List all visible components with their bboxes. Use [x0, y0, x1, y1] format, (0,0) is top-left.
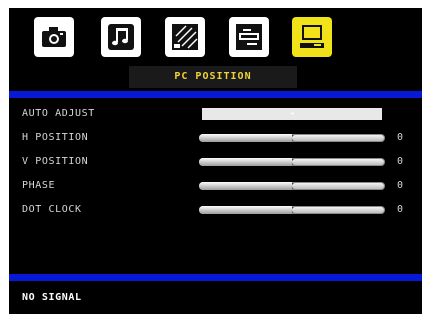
h-position-slider[interactable] [199, 134, 385, 142]
slider-track [292, 207, 384, 213]
menu-item-label: V POSITION [22, 156, 89, 167]
pc-monitor-icon[interactable] [292, 17, 332, 57]
v-position-slider[interactable] [199, 158, 385, 166]
phase-slider[interactable] [199, 182, 385, 190]
menu-item-label: H POSITION [22, 132, 89, 143]
v-position-value: 0 [397, 156, 404, 167]
menu-item-v-position[interactable]: V POSITION 0 [9, 151, 422, 173]
slider-fill [199, 206, 292, 214]
auto-adjust-button[interactable]: ➔ [202, 108, 382, 120]
slider-fill [199, 134, 292, 142]
menu-item-label: AUTO ADJUST [22, 108, 95, 119]
osd-menu: PC POSITION AUTO ADJUST ➔ H POSITION 0 V… [9, 8, 422, 314]
page-title: PC POSITION [129, 66, 297, 88]
menu-item-auto-adjust[interactable]: AUTO ADJUST ➔ [9, 103, 422, 125]
feature-icon[interactable] [229, 17, 269, 57]
slider-fill [199, 158, 292, 166]
slider-track [292, 183, 384, 189]
menu-item-phase[interactable]: PHASE 0 [9, 175, 422, 197]
menu-item-label: DOT CLOCK [22, 204, 82, 215]
menu-item-dot-clock[interactable]: DOT CLOCK 0 [9, 199, 422, 221]
h-position-value: 0 [397, 132, 404, 143]
picture-icon[interactable] [34, 17, 74, 57]
menu-item-label: PHASE [22, 180, 56, 191]
menu-icon-row [9, 8, 422, 68]
dot-clock-slider[interactable] [199, 206, 385, 214]
dot-clock-value: 0 [397, 204, 404, 215]
slider-track [292, 135, 384, 141]
slider-fill [199, 182, 292, 190]
slider-track [292, 159, 384, 165]
phase-value: 0 [397, 180, 404, 191]
arrow-right-icon: ➔ [289, 109, 295, 118]
setup-icon[interactable] [165, 17, 205, 57]
bottom-divider [9, 274, 422, 281]
sound-icon[interactable] [101, 17, 141, 57]
top-divider [9, 91, 422, 98]
menu-item-h-position[interactable]: H POSITION 0 [9, 127, 422, 149]
status-text: NO SIGNAL [22, 292, 82, 303]
